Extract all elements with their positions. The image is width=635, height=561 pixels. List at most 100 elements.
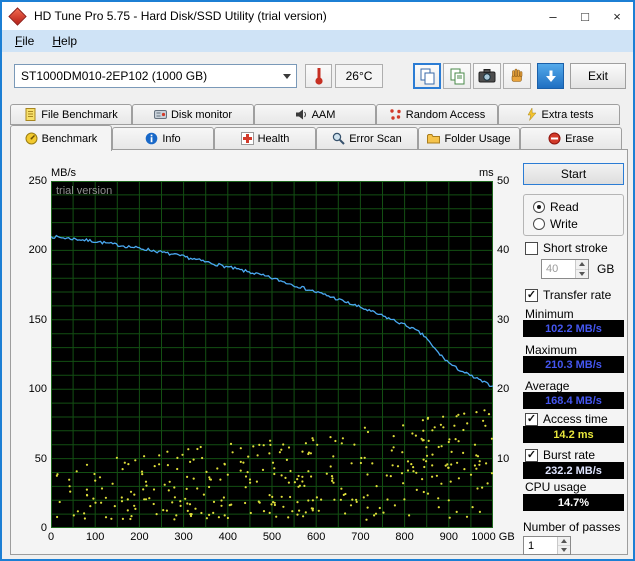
- screenshot-button[interactable]: [473, 63, 501, 89]
- y-axis-tick-right: 50: [497, 175, 510, 187]
- copy-text-button[interactable]: [443, 63, 471, 89]
- access-time-value: 14.2 ms: [523, 426, 624, 443]
- y-axis-tick-left: 100: [28, 383, 47, 396]
- tab-health[interactable]: Health: [214, 127, 316, 150]
- x-axis-tick: 0: [47, 531, 55, 543]
- burst-rate-value: 232.2 MB/s: [523, 462, 624, 479]
- maximize-button[interactable]: □: [569, 2, 601, 30]
- minimum-value: 102.2 MB/s: [523, 320, 624, 337]
- number-of-passes-label: Number of passes: [523, 520, 621, 534]
- x-axis-tick: 400: [218, 531, 237, 543]
- temperature-button[interactable]: [305, 64, 332, 88]
- app-icon: [8, 6, 27, 26]
- info-icon: [146, 132, 158, 145]
- folder-icon: [427, 134, 441, 144]
- y-axis-tick-right: 30: [497, 313, 510, 326]
- menu-file[interactable]: File: [6, 31, 43, 51]
- y-axis-tick-left: 250: [28, 175, 47, 187]
- y-axis-tick-left: 200: [28, 244, 47, 257]
- y-axis-tick-left: 50: [34, 452, 47, 465]
- short-stroke-size-input[interactable]: 40: [541, 259, 589, 279]
- access-time-label: Access time: [543, 412, 608, 426]
- disk-monitor-icon: [153, 110, 167, 119]
- save-results-button[interactable]: [537, 63, 564, 89]
- short-stroke-size-value: 40: [546, 263, 559, 275]
- copy-pages-alt-icon: [450, 68, 464, 84]
- transfer-rate-checkbox[interactable]: ✓ Transfer rate: [525, 288, 611, 302]
- write-label: Write: [550, 217, 578, 231]
- trial-watermark: trial version: [56, 185, 113, 197]
- tab-extra-tests[interactable]: Extra tests: [498, 104, 620, 125]
- tab-random-access[interactable]: Random Access: [376, 104, 498, 125]
- tab-erase[interactable]: Erase: [520, 127, 622, 150]
- radio-selected-icon: [533, 201, 545, 213]
- short-stroke-checkbox[interactable]: Short stroke: [525, 241, 608, 255]
- tab-label: Benchmark: [41, 132, 98, 145]
- benchmark-chart: [51, 181, 493, 528]
- x-axis-tick: 300: [174, 531, 193, 543]
- maximum-value: 210.3 MB/s: [523, 356, 624, 373]
- tab-benchmark[interactable]: Benchmark: [10, 125, 112, 151]
- random-access-icon: [390, 109, 401, 120]
- copy-screenshot-button[interactable]: [413, 63, 441, 89]
- tab-aam[interactable]: AAM: [254, 104, 376, 125]
- left-axis-unit: MB/s: [51, 167, 77, 179]
- tab-folder-usage[interactable]: Folder Usage: [418, 127, 520, 150]
- spin-up-icon[interactable]: [558, 537, 570, 546]
- health-cross-icon: [240, 132, 254, 145]
- minimize-button[interactable]: –: [537, 2, 569, 30]
- checkbox-checked-icon: ✓: [525, 412, 538, 426]
- speaker-icon: [295, 109, 306, 120]
- tab-disk-monitor[interactable]: Disk monitor: [132, 104, 254, 125]
- close-button[interactable]: ×: [601, 2, 633, 30]
- write-radio[interactable]: Write: [533, 217, 578, 231]
- read-radio[interactable]: Read: [533, 200, 579, 214]
- window-title: HD Tune Pro 5.75 - Hard Disk/SSD Utility…: [34, 9, 327, 23]
- spin-up-icon[interactable]: [576, 260, 588, 270]
- tab-label: File Benchmark: [41, 108, 118, 121]
- right-axis-unit: ms: [479, 167, 494, 179]
- spin-down-icon[interactable]: [558, 546, 570, 554]
- drive-select[interactable]: ST1000DM010-2EP102 (1000 GB): [14, 64, 297, 88]
- tab-info[interactable]: Info: [112, 127, 214, 150]
- app-window: HD Tune Pro 5.75 - Hard Disk/SSD Utility…: [0, 0, 635, 561]
- extra-tests-icon: [527, 108, 537, 121]
- number-of-passes-input[interactable]: 1: [523, 536, 571, 555]
- maximum-label: Maximum: [525, 343, 578, 357]
- x-axis-tick: 200: [130, 531, 149, 543]
- temperature-value: 26°C: [335, 64, 383, 88]
- erase-icon: [548, 132, 561, 145]
- tab-file-benchmark[interactable]: File Benchmark: [10, 104, 132, 125]
- access-time-checkbox[interactable]: ✓ Access time: [525, 412, 608, 426]
- tab-label: Folder Usage: [444, 132, 511, 145]
- copy-pages-icon: [420, 68, 434, 84]
- x-axis-tick: 800: [395, 531, 414, 543]
- tab-label: Disk monitor: [170, 108, 233, 121]
- checkbox-checked-icon: ✓: [525, 288, 538, 302]
- x-axis-tick: 700: [351, 531, 370, 543]
- drive-select-value: ST1000DM010-2EP102 (1000 GB): [21, 69, 208, 83]
- title-bar: HD Tune Pro 5.75 - Hard Disk/SSD Utility…: [2, 2, 633, 30]
- x-axis-tick: 1000 GB: [471, 531, 515, 543]
- tab-label: Info: [162, 132, 181, 145]
- annotate-button[interactable]: [503, 63, 531, 89]
- average-value: 168.4 MB/s: [523, 392, 624, 409]
- tab-error-scan[interactable]: Error Scan: [316, 127, 418, 150]
- tab-label: Health: [257, 132, 290, 145]
- y-axis-tick-right: 20: [497, 383, 510, 396]
- burst-rate-label: Burst rate: [543, 448, 596, 462]
- spin-down-icon[interactable]: [576, 269, 588, 278]
- exit-button[interactable]: Exit: [570, 63, 626, 89]
- cpu-usage-label: CPU usage: [525, 480, 587, 494]
- download-arrow-icon: [545, 70, 556, 82]
- benchmark-icon: [25, 132, 38, 145]
- thermometer-icon: [314, 68, 323, 85]
- burst-rate-checkbox[interactable]: ✓ Burst rate: [525, 448, 595, 462]
- menu-help[interactable]: Help: [43, 31, 86, 51]
- capacity-unit-label: GB: [597, 262, 615, 276]
- y-axis-tick-left: 150: [28, 313, 47, 326]
- x-axis-tick: 600: [307, 531, 326, 543]
- start-button[interactable]: Start: [523, 163, 624, 185]
- transfer-rate-label: Transfer rate: [543, 288, 612, 302]
- minimum-label: Minimum: [525, 307, 574, 321]
